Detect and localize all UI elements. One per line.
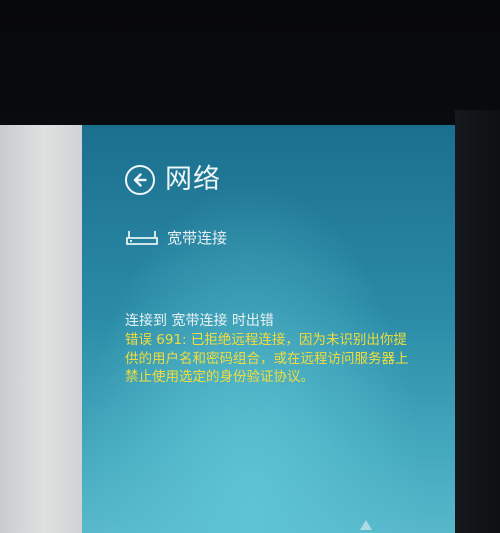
connection-error: 连接到 宽带连接 时出错 错误 691: 已拒绝远程连接，因为未识别出你提供的用… [125, 312, 410, 387]
arrow-left-circle-icon [133, 173, 147, 187]
broadband-connection-item[interactable]: 宽带连接 [125, 229, 227, 247]
screen: 网络 宽带连接 连接到 宽带连接 时出错 错误 691: 已拒绝远程连接，因为未… [0, 125, 455, 533]
connection-name: 宽带连接 [167, 229, 228, 247]
broadband-modem-icon [126, 231, 158, 245]
error-heading: 连接到 宽带连接 时出错 [125, 313, 274, 329]
network-settings-panel: 网络 宽带连接 连接到 宽带连接 时出错 错误 691: 已拒绝远程连接，因为未… [82, 125, 455, 533]
mouse-cursor-icon [360, 520, 372, 530]
panel-header: 网络 [125, 165, 221, 195]
panel-title: 网络 [165, 164, 221, 195]
desktop-background [0, 125, 82, 533]
monitor-bezel [455, 110, 500, 533]
error-message: 错误 691: 已拒绝远程连接，因为未识别出你提供的用户名和密码组合，或在远程访… [125, 332, 409, 385]
back-button[interactable] [125, 165, 155, 195]
photo-frame: 网络 宽带连接 连接到 宽带连接 时出错 错误 691: 已拒绝远程连接，因为未… [0, 0, 500, 533]
